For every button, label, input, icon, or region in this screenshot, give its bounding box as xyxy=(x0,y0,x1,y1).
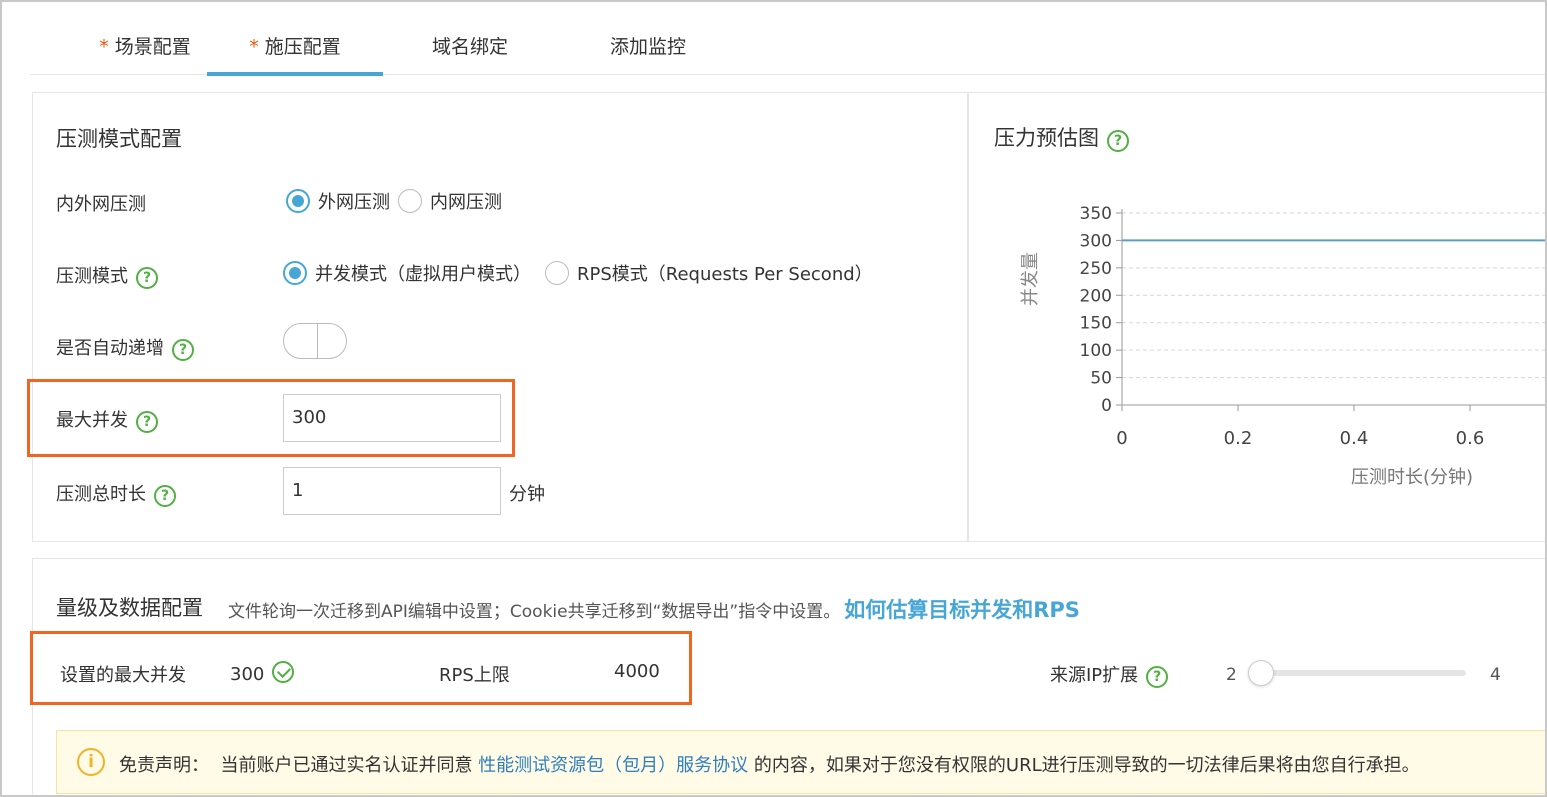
radio-label: 外网压测 xyxy=(318,192,390,213)
note-text: 文件轮询一次迁移到API编辑中设置；Cookie共享迁移到“数据导出”指令中设置… xyxy=(228,602,841,622)
page-frame: * 场景配置 * 施压配置 域名绑定 添加监控 压测模式配置 内外网压测 外网压测 … xyxy=(0,0,1547,797)
x-tick-label: 0.2 xyxy=(1224,428,1253,449)
max-concurrency-input[interactable]: 300 xyxy=(283,394,501,442)
chart-title: 压力预估图? xyxy=(994,122,1129,152)
max-concurrency-label: 最大并发? xyxy=(56,406,158,433)
rps-limit-label: RPS上限 xyxy=(439,665,510,686)
chart-title-text: 压力预估图 xyxy=(994,126,1099,150)
mode-config-title: 压测模式配置 xyxy=(56,127,182,151)
y-tick-label: 0 xyxy=(1101,396,1112,416)
tab-label: 施压配置 xyxy=(264,36,341,58)
notice-prefix: 免责声明： 当前账户已通过实名认证并同意 xyxy=(119,755,479,776)
help-icon[interactable]: ? xyxy=(1107,130,1129,152)
y-tick-label: 100 xyxy=(1080,341,1112,361)
estimate-help-link[interactable]: 如何估算目标并发和RPS xyxy=(844,598,1080,622)
tab-scene-config[interactable]: * 场景配置 xyxy=(70,32,220,75)
radio-label: 内网压测 xyxy=(430,192,502,213)
ip-expand-label-text: 来源IP扩展 xyxy=(1050,665,1139,686)
ip-slider-track[interactable] xyxy=(1260,670,1466,676)
radio-dot xyxy=(398,189,422,213)
ip-slider-max: 4 xyxy=(1490,665,1501,685)
help-icon[interactable]: ? xyxy=(136,267,158,289)
x-tick-label: 0.4 xyxy=(1340,428,1369,449)
service-agreement-link[interactable]: 性能测试资源包（包月）服务协议 xyxy=(478,755,748,776)
radio-rps-mode[interactable]: RPS模式（Requests Per Second） xyxy=(545,260,873,286)
duration-input[interactable]: 1 xyxy=(283,467,501,515)
tab-bar: * 场景配置 * 施压配置 域名绑定 添加监控 xyxy=(30,2,1545,76)
help-icon[interactable]: ? xyxy=(136,411,158,433)
y-tick-label: 250 xyxy=(1080,259,1112,279)
set-max-value: 300 xyxy=(230,661,295,685)
volume-config-title: 量级及数据配置 xyxy=(56,596,203,620)
radio-internal-network[interactable]: 内网压测 xyxy=(398,188,502,214)
notice-suffix: 的内容，如果对于您没有权限的URL进行压测导致的一切法律后果将由您自行承担。 xyxy=(748,755,1420,776)
rps-limit-value: 4000 xyxy=(614,661,660,682)
disclaimer-notice: i 免责声明： 当前账户已通过实名认证并同意 性能测试资源包（包月）服务协议 的… xyxy=(56,730,1545,794)
set-max-value-text: 300 xyxy=(230,664,265,685)
notice-text: 免责声明： 当前账户已通过实名认证并同意 性能测试资源包（包月）服务协议 的内容… xyxy=(119,751,1420,777)
required-mark: * xyxy=(249,36,259,58)
tab-label: 添加监控 xyxy=(609,36,686,58)
required-mark: * xyxy=(99,36,109,58)
x-tick-label: 0.6 xyxy=(1456,428,1485,449)
pressure-estimate-chart: 0 50 100 150 200 250 300 350 0 0.2 0.4 0.6 压测时长(分钟) 并… xyxy=(1020,204,1545,488)
auto-increase-toggle[interactable] xyxy=(283,323,347,359)
y-tick-label: 300 xyxy=(1080,231,1112,251)
mode-label: 压测模式? xyxy=(56,262,158,289)
radio-label: 并发模式（虚拟用户模式） xyxy=(315,264,531,285)
y-axis-label: 并发量 xyxy=(1020,252,1041,306)
radio-label: RPS模式（Requests Per Second） xyxy=(577,264,873,285)
x-axis-label: 压测时长(分钟) xyxy=(1351,467,1473,488)
ip-expand-label: 来源IP扩展? xyxy=(1050,661,1169,688)
radio-external-network[interactable]: 外网压测 xyxy=(286,188,390,214)
toggle-knob xyxy=(317,324,318,358)
y-tick-label: 150 xyxy=(1080,314,1112,334)
ip-slider-thumb[interactable] xyxy=(1248,660,1274,686)
set-max-label: 设置的最大并发 xyxy=(60,665,186,686)
max-concurrency-label-text: 最大并发 xyxy=(56,410,128,431)
radio-dot xyxy=(283,261,307,285)
y-tick-label: 200 xyxy=(1080,286,1112,306)
tab-label: 场景配置 xyxy=(114,36,191,58)
radio-dot xyxy=(545,261,569,285)
help-icon[interactable]: ? xyxy=(154,485,176,507)
tab-add-monitor[interactable]: 添加监控 xyxy=(578,32,718,75)
tab-domain-binding[interactable]: 域名绑定 xyxy=(400,32,540,75)
network-label: 内外网压测 xyxy=(56,194,146,215)
check-circle-icon xyxy=(272,661,295,683)
network-radio-group: 外网压测 内网压测 xyxy=(286,188,510,214)
auto-increase-label-text: 是否自动递增 xyxy=(56,338,164,359)
info-icon: i xyxy=(77,748,105,776)
duration-label: 压测总时长? xyxy=(56,480,176,507)
ip-slider-min: 2 xyxy=(1226,665,1237,685)
tab-label: 域名绑定 xyxy=(431,36,508,58)
tab-pressure-config[interactable]: * 施压配置 xyxy=(207,32,383,76)
radio-concurrency-mode[interactable]: 并发模式（虚拟用户模式） xyxy=(283,260,531,286)
help-icon[interactable]: ? xyxy=(172,339,194,361)
auto-increase-label: 是否自动递增? xyxy=(56,334,194,361)
volume-config-note: 文件轮询一次迁移到API编辑中设置；Cookie共享迁移到“数据导出”指令中设置… xyxy=(228,594,1080,624)
mode-label-text: 压测模式 xyxy=(56,266,128,287)
x-tick-label: 0 xyxy=(1116,428,1127,449)
duration-unit: 分钟 xyxy=(509,484,545,505)
mode-radio-group: 并发模式（虚拟用户模式） RPS模式（Requests Per Second） xyxy=(283,260,881,286)
radio-dot xyxy=(286,189,310,213)
y-tick-label: 350 xyxy=(1080,204,1112,224)
duration-label-text: 压测总时长 xyxy=(56,484,146,505)
help-icon[interactable]: ? xyxy=(1146,666,1169,688)
y-tick-label: 50 xyxy=(1090,369,1112,389)
